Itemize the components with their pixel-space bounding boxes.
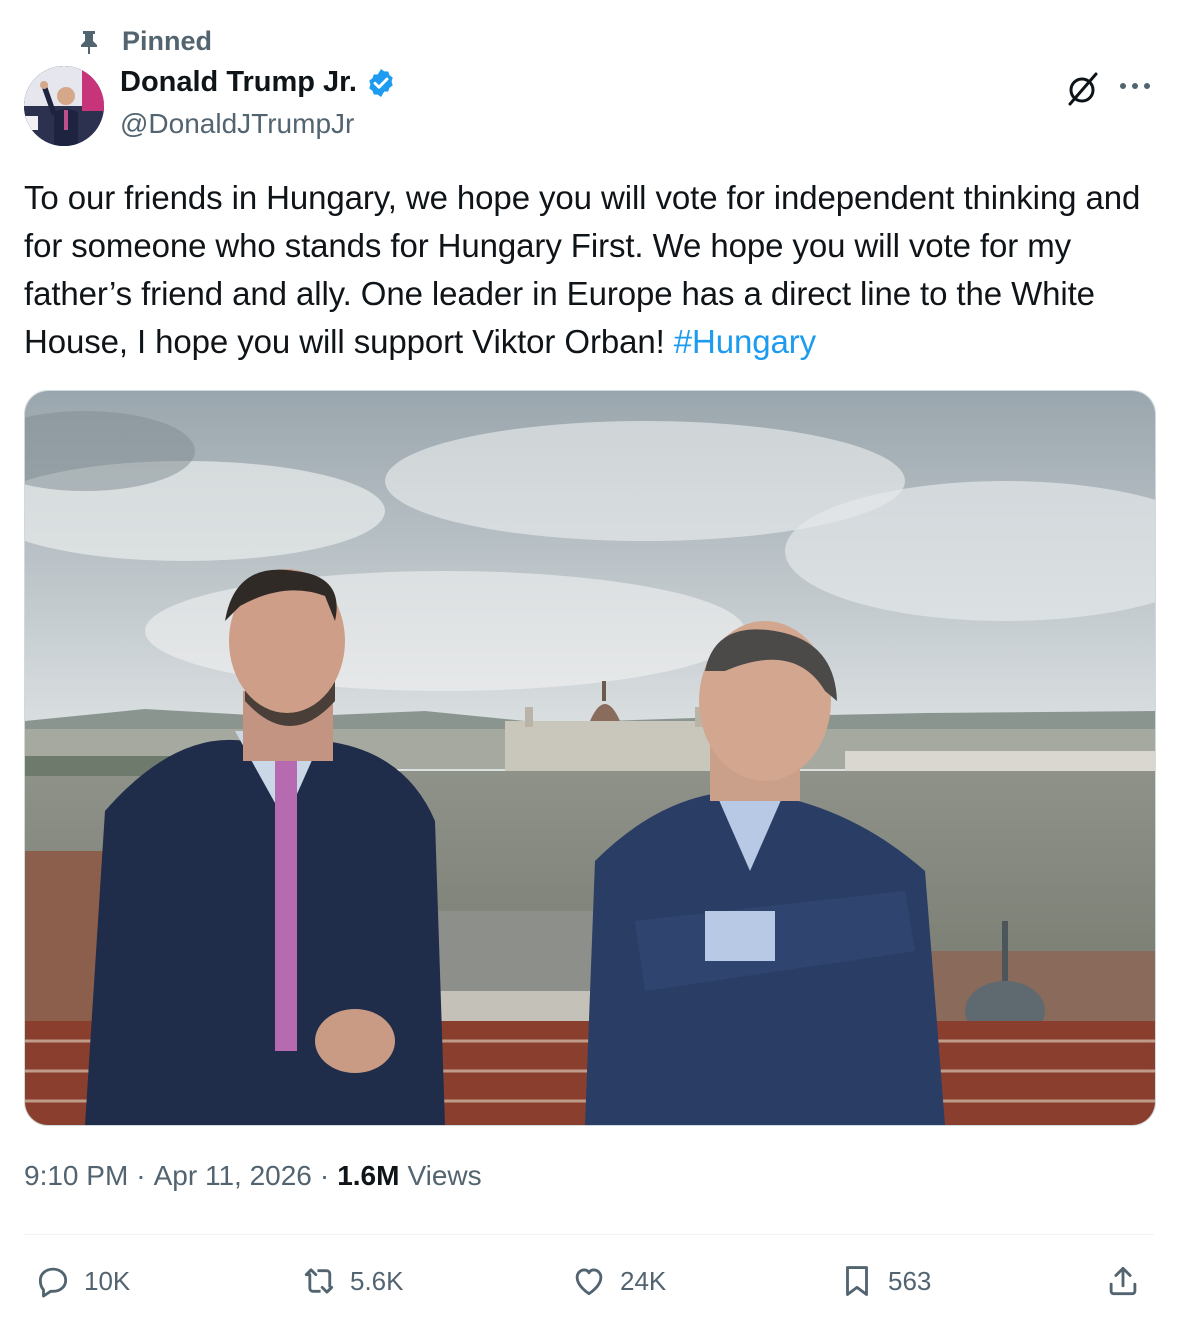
- views-label: Views: [407, 1160, 482, 1191]
- author-handle[interactable]: @DonaldJTrumpJr: [120, 108, 354, 140]
- share-button[interactable]: [1104, 1262, 1142, 1300]
- like-button[interactable]: 24K: [570, 1262, 666, 1300]
- tweet-body: To our friends in Hungary, we hope you w…: [24, 179, 1141, 360]
- views-count: 1.6M: [337, 1160, 400, 1191]
- bookmark-count: 563: [888, 1265, 932, 1296]
- share-icon: [1109, 1266, 1137, 1296]
- tweet-photo[interactable]: [24, 390, 1156, 1126]
- photo-illustration: [25, 391, 1155, 1125]
- meta-separator: ·: [319, 1160, 330, 1191]
- grok-icon[interactable]: [1064, 70, 1102, 108]
- verified-badge-icon: [369, 68, 393, 97]
- hashtag-link[interactable]: #Hungary: [674, 323, 816, 360]
- bookmark-button[interactable]: 563: [838, 1262, 931, 1300]
- repost-icon: [304, 1268, 334, 1294]
- meta-separator: ·: [136, 1160, 146, 1191]
- tweet: Pinned Donald Trump Jr. @DonaldJTrumpJr: [0, 0, 1184, 1324]
- like-count: 24K: [620, 1265, 667, 1296]
- heart-icon: [575, 1268, 603, 1296]
- repost-button[interactable]: 5.6K: [300, 1262, 404, 1300]
- bookmark-icon: [846, 1266, 868, 1296]
- tweet-time[interactable]: 9:10 PM: [24, 1160, 128, 1192]
- pinned-indicator: Pinned: [78, 26, 212, 57]
- reply-button[interactable]: 10K: [34, 1262, 130, 1300]
- reply-icon: [38, 1267, 68, 1298]
- tweet-meta: 9:10 PM · Apr 11, 2026 · 1.6M Views: [24, 1160, 482, 1192]
- author-name-row[interactable]: Donald Trump Jr.: [120, 66, 397, 99]
- tweet-date[interactable]: Apr 11, 2026: [154, 1160, 312, 1192]
- action-bar: 10K 5.6K 24K 563: [0, 1262, 1184, 1310]
- avatar[interactable]: [24, 66, 104, 146]
- pinned-label: Pinned: [122, 26, 213, 56]
- divider: [24, 1234, 1154, 1235]
- pin-icon: [81, 30, 97, 54]
- more-icon[interactable]: [1118, 74, 1152, 98]
- tweet-text: To our friends in Hungary, we hope you w…: [24, 174, 1164, 366]
- repost-count: 5.6K: [350, 1265, 404, 1296]
- display-name[interactable]: Donald Trump Jr.: [120, 66, 357, 99]
- reply-count: 10K: [84, 1265, 131, 1296]
